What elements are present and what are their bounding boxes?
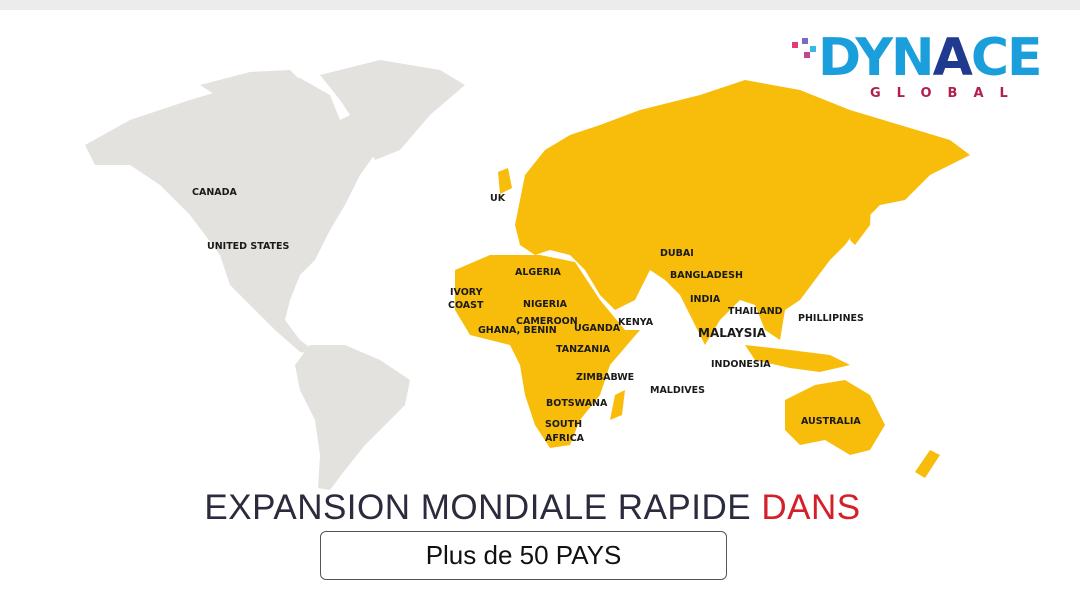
label-indonesia: INDONESIA	[711, 359, 771, 370]
label-india: INDIA	[690, 294, 721, 305]
label-canada: CANADA	[192, 187, 237, 198]
uk-island	[498, 168, 512, 194]
label-maldives: MALDIVES	[650, 385, 705, 396]
label-ivory-coast-1: IVORY	[450, 287, 483, 298]
label-nigeria: NIGERIA	[523, 299, 567, 310]
label-botswana: BOTSWANA	[546, 398, 608, 409]
label-uk: UK	[490, 193, 506, 204]
label-bangladesh: BANGLADESH	[670, 270, 743, 281]
logo-pixel	[810, 46, 816, 52]
south-america	[295, 345, 410, 490]
logo-text: DYN	[818, 28, 935, 88]
label-thailand: THAILAND	[728, 306, 783, 317]
countries-badge: Plus de 50 PAYS	[320, 531, 727, 580]
headline: EXPANSION MONDIALE RAPIDE DANS	[0, 488, 1065, 528]
headline-main: EXPANSION MONDIALE RAPIDE	[204, 488, 752, 527]
madagascar	[610, 390, 625, 420]
logo-text: A	[932, 28, 973, 88]
logo-text: CE	[970, 28, 1043, 88]
label-kenya: KENYA	[618, 317, 654, 328]
logo-wordmark: DYNACE	[818, 28, 1043, 88]
logo-pixel	[802, 38, 808, 44]
americas-greenland	[85, 60, 465, 490]
label-dubai: DUBAI	[660, 248, 694, 259]
label-malaysia: MALAYSIA	[698, 326, 767, 340]
logo-pixel	[792, 42, 798, 48]
label-algeria: ALGERIA	[515, 267, 561, 278]
label-uganda: UGANDA	[574, 323, 621, 334]
label-south-africa-1: SOUTH	[545, 419, 583, 430]
label-tanzania: TANZANIA	[556, 344, 611, 355]
dynace-logo: DYNACE GLOBAL	[790, 28, 1070, 108]
headline-highlight: DANS	[761, 488, 861, 527]
label-ivory-coast-2: COAST	[448, 300, 484, 311]
label-united-states: UNITED STATES	[207, 241, 290, 252]
new-zealand	[915, 450, 940, 478]
label-south-africa-2: AFRICA	[545, 433, 585, 444]
label-australia: AUSTRALIA	[801, 416, 861, 427]
label-phillipines: PHILLIPINES	[798, 313, 864, 324]
logo-pixel	[804, 52, 810, 58]
logo-subtitle: GLOBAL	[870, 86, 1024, 101]
label-ghana-benin: GHANA, BENIN	[478, 325, 557, 336]
label-zimbabwe: ZIMBABWE	[576, 372, 635, 383]
north-america	[85, 78, 385, 355]
